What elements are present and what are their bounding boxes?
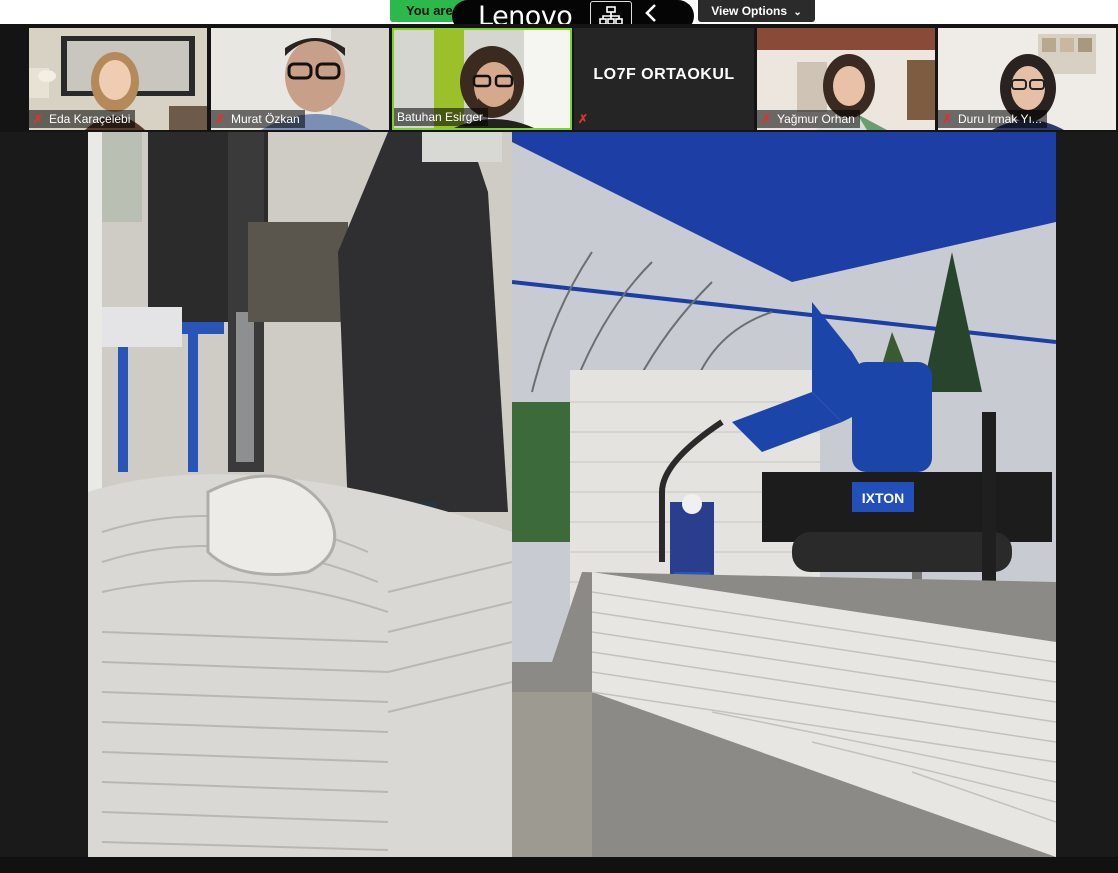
participant-name: Duru Irmak Yı... [958,112,1042,126]
participant-tile[interactable]: ✗ Duru Irmak Yı... [938,28,1116,130]
participant-name: Batuhan Esirger [397,110,484,124]
participant-name-bar: ✗ [574,110,599,128]
participant-tile[interactable]: ✗ Murat Özkan [211,28,389,130]
bottom-control-bar [0,857,1118,873]
participant-name-bar: Batuhan Esirger [394,108,489,126]
participant-name: Eda Karaçelebi [49,112,131,126]
participant-tile-active-speaker[interactable]: Batuhan Esirger [392,28,572,130]
participant-name-bar: ✗ Yağmur Orhan [757,110,860,128]
participant-tile[interactable]: LO7F ORTAOKUL ✗ [574,28,754,130]
participant-display-name: LO7F ORTAOKUL [593,66,735,83]
mic-muted-icon: ✗ [32,112,44,126]
shared-screen: IXTON [88,132,1056,857]
mic-muted-icon: ✗ [577,112,589,126]
robot-brand-label: IXTON [862,490,905,506]
mic-muted-icon: ✗ [941,112,953,126]
participant-name: Murat Özkan [231,112,300,126]
robot-printing-wall-photo: IXTON [512,132,1056,857]
chevron-down-icon: ⌄ [793,7,802,18]
mic-muted-icon: ✗ [214,112,226,126]
participant-name-bar: ✗ Eda Karaçelebi [29,110,136,128]
view-options-button[interactable]: View Options ⌄ [698,0,815,22]
participant-tile[interactable]: ✗ Yağmur Orhan [757,28,935,130]
participant-name-bar: ✗ Duru Irmak Yı... [938,110,1047,128]
participant-name-bar: ✗ Murat Özkan [211,110,305,128]
mic-muted-icon: ✗ [760,112,772,126]
view-options-label: View Options [711,4,788,18]
participant-tile[interactable]: ✗ Eda Karaçelebi [29,28,207,130]
printed-wall-closeup-photo [88,132,512,857]
participant-name: Yağmur Orhan [777,112,855,126]
